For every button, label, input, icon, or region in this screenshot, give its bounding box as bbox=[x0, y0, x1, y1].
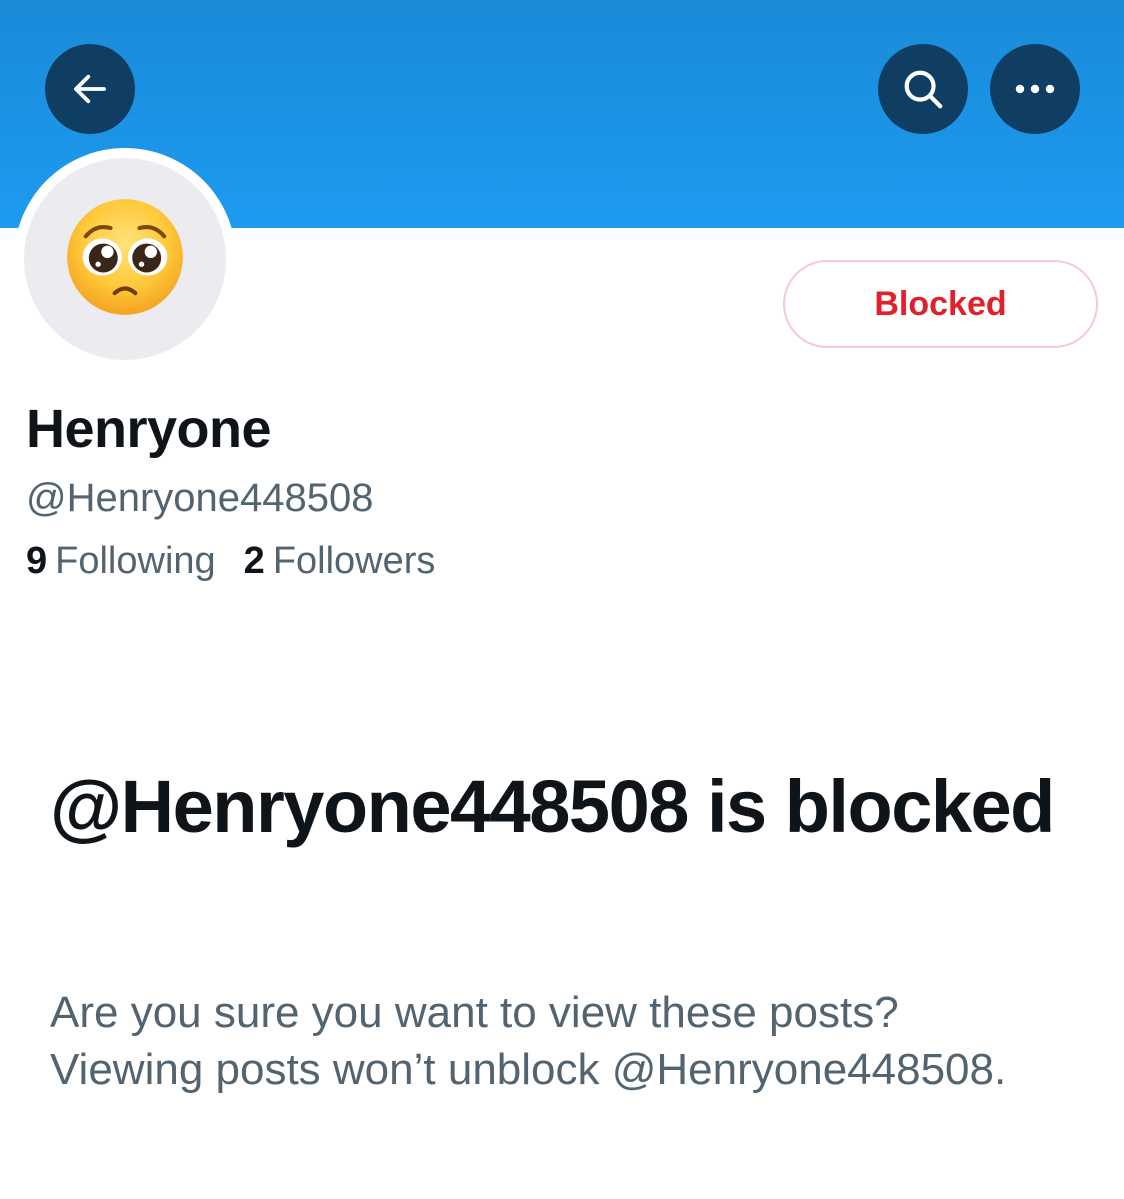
following-link[interactable]: 9 Following bbox=[26, 540, 216, 583]
following-label: Following bbox=[55, 540, 216, 582]
display-name: Henryone bbox=[26, 399, 272, 459]
followers-link[interactable]: 2 Followers bbox=[244, 540, 436, 583]
avatar-image bbox=[24, 158, 226, 360]
follow-stats: 9 Following 2 Followers bbox=[26, 540, 435, 583]
followers-label: Followers bbox=[272, 540, 436, 582]
more-options-button[interactable] bbox=[990, 44, 1080, 134]
blocked-button[interactable]: Blocked bbox=[783, 260, 1098, 348]
avatar[interactable] bbox=[14, 148, 236, 370]
user-handle: @Henryone448508 bbox=[26, 476, 374, 520]
pleading-face-emoji-icon bbox=[63, 195, 187, 324]
back-button[interactable] bbox=[45, 44, 135, 134]
following-count: 9 bbox=[26, 540, 48, 582]
followers-count: 2 bbox=[243, 540, 265, 582]
search-button[interactable] bbox=[878, 44, 968, 134]
arrow-left-icon bbox=[69, 68, 111, 110]
more-horizontal-icon bbox=[1012, 82, 1058, 96]
search-icon bbox=[900, 66, 946, 112]
profile-page: Blocked Henryone @Henryone448508 9 Follo… bbox=[0, 0, 1124, 1199]
blocked-notice-title: @Henryone448508 is blocked bbox=[50, 765, 1055, 848]
blocked-notice-description: Are you sure you want to view these post… bbox=[50, 988, 1007, 1094]
